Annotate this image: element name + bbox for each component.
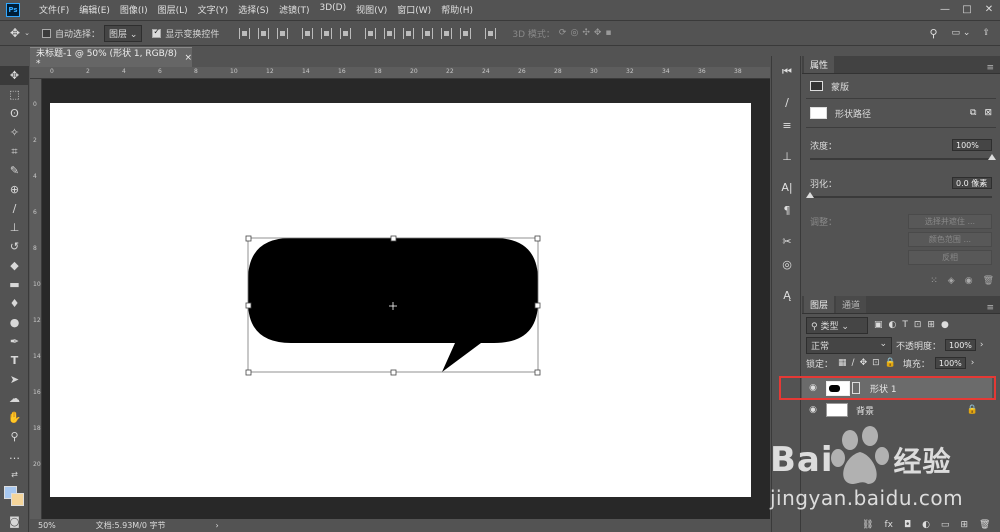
opacity-label: 不透明度： xyxy=(896,341,942,352)
toggle-mask-eye-icon[interactable]: ◉ xyxy=(965,276,973,286)
brush-settings-icon[interactable]: ≡ xyxy=(772,114,802,137)
lock-label: 锁定： xyxy=(806,359,834,370)
layer-filter-value: 类型 xyxy=(820,321,839,332)
lock-all-icon[interactable]: 🔒 xyxy=(885,358,896,368)
libraries-icon[interactable]: ◎ xyxy=(772,253,802,276)
opacity-chevron-icon[interactable]: › xyxy=(980,340,984,350)
filter-toggle-icon[interactable]: ● xyxy=(941,320,949,330)
blend-row: 正常 ⌄ 不透明度： 100% › xyxy=(802,336,1000,354)
blend-mode-value: 正常 xyxy=(811,341,830,352)
baidu-watermark: Bai 经验 jingyan.baidu.com xyxy=(760,420,1000,530)
color-range-row: 颜色范围 ... xyxy=(802,230,1000,248)
watermark-url: jingyan.baidu.com xyxy=(770,486,964,510)
delete-mask-icon[interactable]: 🗑 xyxy=(983,276,994,286)
fill-field[interactable]: 100% xyxy=(934,357,966,369)
load-selection-icon[interactable]: ⁙ xyxy=(930,276,938,286)
add-vector-mask-icon[interactable]: ⊠ xyxy=(984,108,992,118)
fill-chevron-icon[interactable]: › xyxy=(971,358,975,368)
feather-field[interactable]: 0.0 像素 xyxy=(952,177,992,189)
vector-mask-icon[interactable] xyxy=(810,107,827,119)
filter-smart-icon[interactable]: ⊞ xyxy=(927,320,935,330)
watermark-brand: Bai xyxy=(770,440,834,480)
brush-panel-icon[interactable]: ∕ xyxy=(772,91,802,114)
layer-filter-row: ⚲ 类型 ⌄ ▣ ◐ T ⊡ ⊞ ● xyxy=(802,314,1000,336)
status-arrow-icon[interactable]: › xyxy=(216,521,219,530)
density-field[interactable]: 100% xyxy=(952,139,992,151)
paragraph-panel-icon[interactable]: ¶ xyxy=(772,199,802,222)
layers-title-bar: 图层 通道 ≡ xyxy=(802,296,1000,314)
mask-label: 蒙版 xyxy=(831,82,850,93)
status-bar: 50% 文档:5.93M/0 字节 › xyxy=(30,519,770,532)
add-pixel-mask-icon[interactable]: ⧉ xyxy=(970,108,976,118)
layer-name[interactable]: 背景 xyxy=(856,404,874,417)
density-label: 浓度： xyxy=(810,141,838,152)
shape-path-label: 形状路径 xyxy=(835,109,872,120)
layer-row-background[interactable]: ◉ 背景 🔒 xyxy=(802,400,992,420)
mask-row: 蒙版 xyxy=(802,74,1000,98)
filter-shape-icon[interactable]: ⊡ xyxy=(914,320,922,330)
history-panel-icon[interactable]: ⏮ xyxy=(772,60,802,83)
feather-slider-knob[interactable] xyxy=(806,192,814,198)
tab-properties[interactable]: 属性 xyxy=(804,56,835,73)
properties-title-bar: 属性 ≡ xyxy=(802,56,1000,74)
shape-path-row: 形状路径 ⧉ ⊠ xyxy=(802,99,1000,127)
density-row: 浓度： 100% xyxy=(802,134,1000,156)
feather-slider[interactable] xyxy=(806,192,992,198)
layer-visibility-eye-icon[interactable]: ◉ xyxy=(806,405,820,415)
select-and-mask-button[interactable]: 选择并遮住 ... xyxy=(908,213,992,229)
feather-label: 羽化： xyxy=(810,179,838,190)
apply-mask-icon[interactable]: ◈ xyxy=(948,276,955,286)
opacity-field[interactable]: 100% xyxy=(945,339,976,351)
filter-adjustment-icon[interactable]: ◐ xyxy=(889,320,897,330)
properties-panel: 属性 ≡ 蒙版 形状路径 ⧉ ⊠ 浓度： 100% 羽化： 0.0 像素 调整：… xyxy=(802,56,1000,292)
feather-row: 羽化： 0.0 像素 xyxy=(802,172,1000,194)
layer-lock-icon: 🔒 xyxy=(966,405,978,415)
adjust-label: 调整： xyxy=(810,217,838,228)
watermark-brand-tail: 经验 xyxy=(893,445,952,478)
invert-button[interactable]: 反相 xyxy=(908,249,992,265)
lock-pixels-icon[interactable]: ∕ xyxy=(852,358,855,368)
glyphs-panel-icon[interactable]: Ą xyxy=(772,284,802,307)
document-info: 文档:5.93M/0 字节 xyxy=(95,521,166,530)
background-layer-thumbnail xyxy=(826,403,848,417)
layer-filter-dropdown[interactable]: ⚲ 类型 ⌄ xyxy=(806,316,868,334)
filter-type-icon[interactable]: T xyxy=(902,320,908,330)
lock-row: 锁定： ▦ ∕ ✥ ⊡ 🔒 填充： 100% › xyxy=(802,354,1000,372)
character-panel-icon[interactable]: A| xyxy=(772,176,802,199)
panel-menu-icon[interactable]: ≡ xyxy=(986,303,994,313)
tool-presets-icon[interactable]: ✂ xyxy=(772,230,802,253)
blend-mode-dropdown[interactable]: 正常 ⌄ xyxy=(806,336,892,354)
clone-source-icon[interactable]: ⊥ xyxy=(772,145,802,168)
fill-label: 填充： xyxy=(902,359,930,370)
properties-footer: ⁙ ◈ ◉ 🗑 xyxy=(930,276,994,286)
color-range-button[interactable]: 颜色范围 ... xyxy=(908,231,992,247)
density-slider-knob[interactable] xyxy=(988,154,996,160)
lock-artboard-icon[interactable]: ⊡ xyxy=(872,358,880,368)
invert-row: 反相 xyxy=(802,248,1000,266)
adjust-row: 调整： 选择并遮住 ... xyxy=(802,212,1000,230)
panel-menu-icon[interactable]: ≡ xyxy=(986,63,994,73)
mask-icon xyxy=(810,81,823,91)
lock-transparent-icon[interactable]: ▦ xyxy=(838,358,847,368)
selected-layer-highlight xyxy=(779,376,996,400)
zoom-level[interactable]: 50% xyxy=(38,521,56,530)
tab-channels[interactable]: 通道 xyxy=(836,296,867,313)
density-slider[interactable] xyxy=(810,154,996,160)
filter-pixel-icon[interactable]: ▣ xyxy=(874,320,883,330)
lock-position-icon[interactable]: ✥ xyxy=(860,358,868,368)
tab-layers[interactable]: 图层 xyxy=(804,296,835,313)
